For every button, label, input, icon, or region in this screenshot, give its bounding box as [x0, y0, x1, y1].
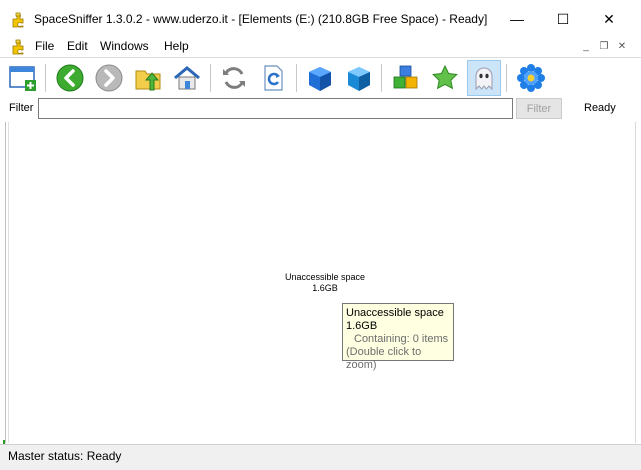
- refresh-button[interactable]: [217, 60, 251, 96]
- settings-flower-button[interactable]: [514, 60, 548, 96]
- refresh-icon: [223, 67, 245, 89]
- block-size: 1.6GB: [312, 283, 338, 293]
- mdi-close-button[interactable]: ✕: [615, 39, 629, 53]
- menu-windows[interactable]: Windows: [100, 39, 149, 53]
- mdi-restore-button[interactable]: ❐: [597, 39, 611, 53]
- toolbar-separator: [45, 64, 46, 92]
- forward-button[interactable]: [92, 60, 126, 96]
- star-icon: [432, 64, 458, 90]
- colored-boxes-icon: [393, 65, 418, 89]
- filter-bar: Filter Filter Ready: [0, 97, 641, 121]
- toolbar: [0, 57, 641, 97]
- scan-status-label: Ready: [584, 102, 616, 114]
- menu-help[interactable]: Help: [164, 39, 189, 53]
- tooltip-item-count: Containing: 0 items: [354, 333, 449, 345]
- block-name: Unaccessible space: [284, 272, 366, 282]
- blue-box-open-icon: [348, 67, 370, 91]
- star-button[interactable]: [428, 60, 462, 96]
- master-status-text: Master status: Ready: [8, 449, 122, 463]
- tooltip-name: Unaccessible space: [346, 307, 444, 319]
- toolbar-separator: [506, 64, 507, 92]
- toolbar-separator: [210, 64, 211, 92]
- folder-up-button[interactable]: [131, 60, 165, 96]
- minimize-button[interactable]: —: [494, 0, 540, 38]
- home-icon: [174, 66, 200, 90]
- app-puzzle-icon: [12, 12, 24, 28]
- refresh-document-icon: [264, 65, 283, 91]
- view-edge-stripe: [5, 122, 9, 443]
- minimize-icon: —: [510, 11, 524, 27]
- back-button[interactable]: [53, 60, 87, 96]
- back-icon: [56, 64, 84, 92]
- title-bar: SpaceSniffer 1.3.0.2 - www.uderzo.it - […: [0, 0, 641, 38]
- block-tooltip: Unaccessible space 1.6GB Containing: 0 i…: [342, 303, 454, 371]
- ghost-icon: [475, 67, 493, 91]
- new-view-icon: [9, 66, 36, 91]
- maximize-button[interactable]: ☐: [540, 0, 586, 38]
- filter-button[interactable]: Filter: [516, 98, 562, 119]
- status-bar: Master status: Ready: [0, 444, 641, 470]
- home-button[interactable]: [170, 60, 204, 96]
- close-icon: ✕: [603, 10, 615, 27]
- mdi-minimize-button[interactable]: _: [579, 39, 593, 53]
- filter-label: Filter: [9, 102, 34, 114]
- tooltip-hint: (Double click to zoom): [346, 346, 422, 371]
- blue-box-icon: [309, 67, 331, 91]
- colored-boxes-button[interactable]: [389, 60, 423, 96]
- settings-flower-icon: [517, 64, 545, 92]
- toolbar-separator: [296, 64, 297, 92]
- blue-box-button[interactable]: [303, 60, 337, 96]
- filter-input[interactable]: [38, 98, 513, 119]
- ghost-button[interactable]: [467, 60, 501, 96]
- menu-file[interactable]: File: [35, 39, 54, 53]
- window-title: SpaceSniffer 1.3.0.2 - www.uderzo.it - […: [34, 12, 488, 26]
- document-puzzle-icon[interactable]: [11, 39, 27, 55]
- menu-edit[interactable]: Edit: [67, 39, 88, 53]
- treemap-block-label[interactable]: Unaccessible space 1.6GB: [280, 272, 370, 294]
- folder-up-icon: [135, 70, 161, 91]
- close-button[interactable]: ✕: [586, 0, 632, 38]
- toolbar-separator: [381, 64, 382, 92]
- maximize-icon: ☐: [556, 10, 570, 27]
- forward-icon: [95, 64, 123, 92]
- tooltip-size: 1.6GB: [346, 320, 378, 332]
- menu-bar: File Edit Windows Help _ ❐ ✕: [0, 36, 641, 57]
- refresh-document-button[interactable]: [256, 60, 290, 96]
- new-view-button[interactable]: [6, 60, 40, 96]
- blue-box-open-button[interactable]: [342, 60, 376, 96]
